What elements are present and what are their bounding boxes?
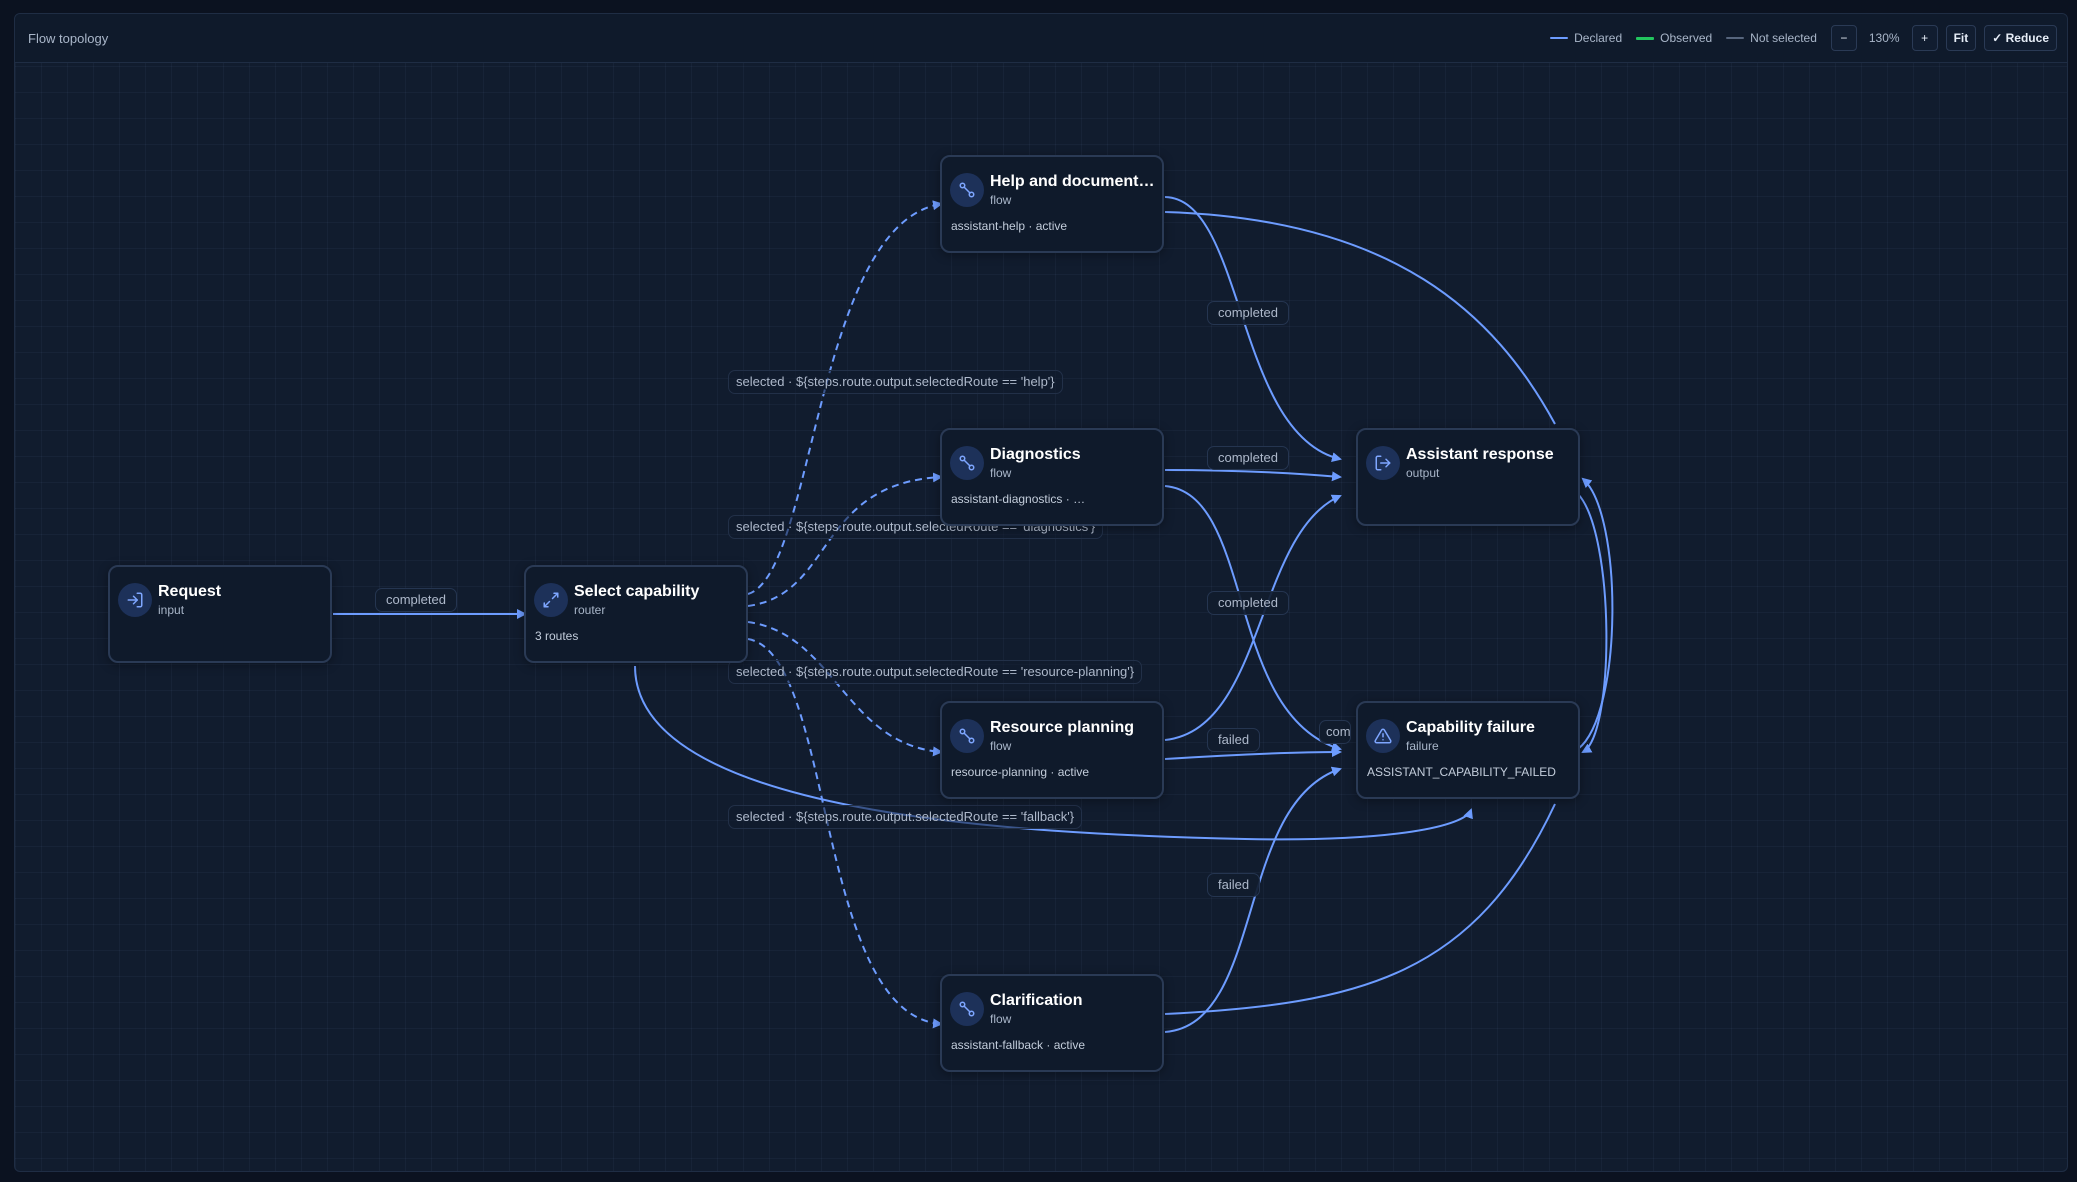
route-label-help: selected · ${steps.route.output.selected… xyxy=(728,370,1063,394)
node-select-capability[interactable]: Select capability router 3 routes xyxy=(524,565,748,663)
node-kind: router xyxy=(574,603,606,617)
node-title: Select capability xyxy=(574,583,700,600)
zoom-in-button[interactable]: + xyxy=(1911,25,1938,51)
edge-label-request-select: completed xyxy=(375,588,457,612)
reduce-button[interactable]: ✓ Reduce xyxy=(1984,25,2057,51)
edge-failure-response xyxy=(1577,477,1614,750)
toolbar: Flow topology Declared Observed Not sele… xyxy=(15,14,2067,63)
not-selected-swatch-icon xyxy=(1726,37,1745,39)
legend-observed-label: Observed xyxy=(1660,31,1713,45)
edge-clar-response-arc xyxy=(1164,803,1556,1015)
flow-icon xyxy=(950,173,984,207)
node-title: Capability failure xyxy=(1406,719,1535,736)
node-kind: flow xyxy=(990,739,1012,753)
route-label-resource: selected · ${steps.route.output.selected… xyxy=(728,660,1143,684)
edge-label-diag-failure: completed xyxy=(1319,720,1351,744)
node-assistant-response[interactable]: Assistant response output xyxy=(1356,428,1580,526)
toolbar-controls: Declared Observed Not selected − 130% + … xyxy=(1550,24,2057,52)
node-kind: input xyxy=(158,603,185,617)
node-title: Help and documentation xyxy=(990,173,1160,190)
edge-diag-response xyxy=(1164,469,1342,482)
node-request[interactable]: Request input xyxy=(108,565,332,663)
alert-triangle-icon xyxy=(1366,719,1400,753)
node-meta: assistant-help · active xyxy=(951,219,1068,233)
fit-button[interactable]: Fit xyxy=(1945,25,1977,51)
node-meta: resource-planning · active xyxy=(951,765,1090,779)
edge-response-failure xyxy=(1577,493,1608,753)
edge-route-fallback xyxy=(747,638,943,1029)
route-label-fallback: selected · ${steps.route.output.selected… xyxy=(728,805,1083,829)
route-icon xyxy=(534,583,568,617)
edge-resource-response xyxy=(1164,494,1342,741)
flow-icon xyxy=(950,992,984,1026)
node-kind: flow xyxy=(990,1012,1012,1026)
node-kind: failure xyxy=(1406,739,1439,753)
edge-route-diagnostics xyxy=(747,472,943,607)
legend-declared-label: Declared xyxy=(1574,31,1623,45)
edge-label-resource-response: completed xyxy=(1207,591,1289,615)
flow-canvas[interactable]: Flow topology Declared Observed Not sele… xyxy=(14,13,2068,1172)
node-diagnostics[interactable]: Diagnostics flow assistant-diagnostics ·… xyxy=(940,428,1164,526)
edge-label-diag-response: completed xyxy=(1207,446,1289,470)
edge-diag-failure xyxy=(1164,485,1342,752)
node-title: Resource planning xyxy=(990,719,1135,736)
node-clarification[interactable]: Clarification flow assistant-fallback · … xyxy=(940,974,1164,1072)
node-title: Assistant response xyxy=(1406,446,1554,463)
edge-resource-failure xyxy=(1164,747,1342,760)
node-title: Diagnostics xyxy=(990,446,1081,463)
edge-help-response xyxy=(1164,196,1342,462)
observed-swatch-icon xyxy=(1636,36,1655,40)
declared-swatch-icon xyxy=(1550,37,1569,39)
log-in-icon xyxy=(118,583,152,617)
edge-route-resource xyxy=(747,621,943,757)
node-title: Clarification xyxy=(990,992,1083,1009)
edge-label-resource-failure: failed xyxy=(1207,728,1261,752)
node-title: Request xyxy=(158,583,222,600)
node-kind: output xyxy=(1406,466,1440,480)
zoom-out-button[interactable]: − xyxy=(1830,25,1857,51)
legend-declared: Declared xyxy=(1550,31,1622,45)
edge-label-clar-failure: failed xyxy=(1207,873,1261,897)
node-resource-planning[interactable]: Resource planning flow resource-planning… xyxy=(940,701,1164,799)
log-out-icon xyxy=(1366,446,1400,480)
node-kind: flow xyxy=(990,193,1012,207)
zoom-level: 130% xyxy=(1868,31,1900,45)
page-title: Flow topology xyxy=(28,31,109,46)
edge-clar-failure xyxy=(1164,766,1342,1033)
legend-observed: Observed xyxy=(1636,31,1712,45)
flow-icon xyxy=(950,446,984,480)
node-meta: assistant-diagnostics · active xyxy=(951,492,1091,506)
node-meta: assistant-fallback · active xyxy=(951,1038,1086,1052)
legend-not-selected: Not selected xyxy=(1726,31,1817,45)
node-meta: 3 routes xyxy=(535,629,579,643)
legend-not-selected-label: Not selected xyxy=(1750,31,1817,45)
node-kind: flow xyxy=(990,466,1012,480)
node-capability-failure[interactable]: Capability failure failure ASSISTANT_CAP… xyxy=(1356,701,1580,799)
flow-icon xyxy=(950,719,984,753)
node-help[interactable]: Help and documentation flow assistant-he… xyxy=(940,155,1164,253)
node-meta: ASSISTANT_CAPABILITY_FAILED xyxy=(1367,765,1556,779)
edge-label-help-response: completed xyxy=(1207,301,1289,325)
